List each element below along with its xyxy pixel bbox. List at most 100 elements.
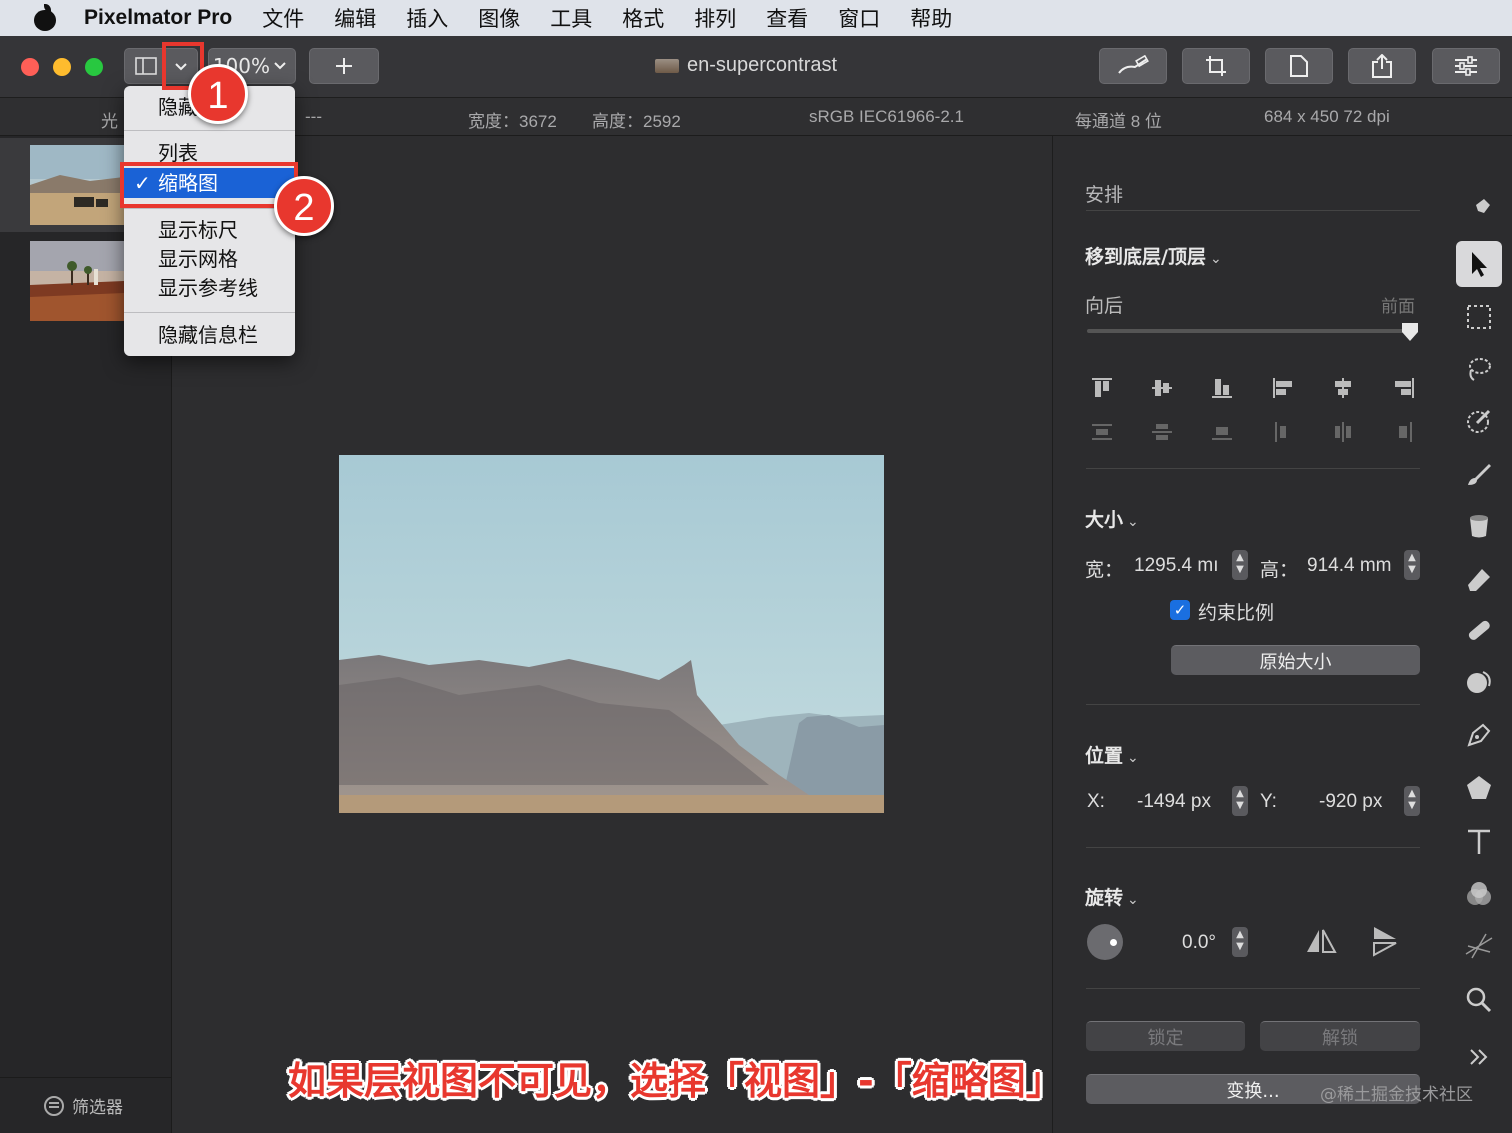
rotation-knob[interactable] bbox=[1087, 924, 1123, 960]
chevron-down-icon: ⌄ bbox=[1209, 251, 1222, 267]
arrange-title: 安排 bbox=[1085, 184, 1124, 206]
menu-edit[interactable]: 编辑 bbox=[334, 3, 376, 33]
add-layer-button[interactable] bbox=[309, 48, 379, 84]
distribute-vertical-center-icon[interactable] bbox=[1151, 421, 1173, 443]
adjustments-button[interactable] bbox=[1432, 48, 1500, 84]
align-left-icon[interactable] bbox=[1272, 377, 1294, 399]
info-bar-right: 每通道 8 位 684 x 450 72 dpi bbox=[1052, 98, 1512, 136]
distort-tool-icon[interactable] bbox=[1462, 665, 1496, 699]
chevron-down-icon: ⌄ bbox=[1127, 514, 1139, 530]
menu-format[interactable]: 格式 bbox=[622, 3, 664, 33]
menu-help[interactable]: 帮助 bbox=[910, 3, 952, 33]
color-picker-tool-icon[interactable] bbox=[1462, 404, 1496, 438]
rotation-stepper[interactable]: ▲ ▼ bbox=[1232, 927, 1248, 957]
menu-item-hide-info-bar[interactable]: 隐藏信息栏 bbox=[124, 320, 295, 350]
shape-tool-icon[interactable] bbox=[1462, 771, 1496, 805]
original-size-button[interactable]: 原始大小 bbox=[1171, 645, 1420, 675]
zoom-tool-icon[interactable] bbox=[1462, 983, 1496, 1017]
y-stepper[interactable]: ▲ ▼ bbox=[1404, 786, 1420, 816]
align-horizontal-center-icon[interactable] bbox=[1332, 377, 1354, 399]
distribute-top-icon[interactable] bbox=[1091, 421, 1113, 443]
menu-file[interactable]: 文件 bbox=[262, 3, 304, 33]
selection-tool-icon[interactable] bbox=[1462, 300, 1496, 334]
menu-tools[interactable]: 工具 bbox=[550, 3, 592, 33]
document-icon bbox=[1290, 55, 1308, 77]
position-title: 位置 bbox=[1085, 745, 1124, 767]
size-header[interactable]: 大小 ⌄ bbox=[1085, 505, 1139, 532]
app-menu[interactable]: Pixelmator Pro bbox=[84, 6, 232, 30]
step-badge-2: 2 bbox=[274, 176, 334, 236]
palm-desert-thumbnail-image bbox=[30, 241, 124, 321]
format-tool-button[interactable] bbox=[1099, 48, 1167, 84]
menu-item-show-guides[interactable]: 显示参考线 bbox=[124, 273, 295, 303]
landscape-thumbnail-image bbox=[30, 145, 124, 225]
divider bbox=[1086, 210, 1420, 211]
menu-image[interactable]: 图像 bbox=[478, 3, 520, 33]
menu-window[interactable]: 窗口 bbox=[838, 3, 880, 33]
menu-view[interactable]: 查看 bbox=[766, 3, 808, 33]
paint-brush-tool-icon[interactable] bbox=[1462, 457, 1496, 491]
lock-button[interactable]: 锁定 bbox=[1086, 1021, 1245, 1051]
info-resolution: 684 x 450 72 dpi bbox=[1264, 107, 1390, 126]
brush-stroke-icon bbox=[1118, 55, 1149, 74]
minimize-window-button[interactable] bbox=[53, 58, 71, 76]
constrain-proportions-checkbox[interactable]: ✓ bbox=[1170, 600, 1190, 620]
close-window-button[interactable] bbox=[21, 58, 39, 76]
distribute-left-icon[interactable] bbox=[1272, 421, 1294, 443]
filter-icon bbox=[44, 1095, 64, 1116]
align-top-icon[interactable] bbox=[1091, 377, 1113, 399]
style-tool-icon[interactable] bbox=[1462, 193, 1496, 227]
type-tool-icon[interactable] bbox=[1462, 825, 1496, 859]
backward-label: 向后 bbox=[1085, 296, 1124, 317]
slider-thumb[interactable] bbox=[1401, 322, 1419, 342]
color-adjustments-tool-icon[interactable] bbox=[1462, 877, 1496, 911]
unlock-button[interactable]: 解锁 bbox=[1260, 1021, 1420, 1051]
crop-button[interactable] bbox=[1182, 48, 1250, 84]
highlight-box-thumbnails bbox=[120, 162, 298, 208]
pen-tool-icon[interactable] bbox=[1462, 718, 1496, 752]
apple-icon[interactable] bbox=[32, 4, 58, 32]
zoom-window-button[interactable] bbox=[85, 58, 103, 76]
width-stepper[interactable]: ▲ ▼ bbox=[1232, 550, 1248, 580]
distribute-right-icon[interactable] bbox=[1393, 421, 1415, 443]
distribute-horizontal-center-icon[interactable] bbox=[1332, 421, 1354, 443]
menu-insert[interactable]: 插入 bbox=[406, 3, 448, 33]
move-to-bottom-top-header[interactable]: 移到底层/顶层 ⌄ bbox=[1085, 242, 1222, 269]
align-right-icon[interactable] bbox=[1393, 377, 1415, 399]
width-input[interactable]: 1295.4 mı bbox=[1134, 555, 1219, 577]
y-input[interactable]: -920 px bbox=[1319, 791, 1382, 813]
x-stepper[interactable]: ▲ ▼ bbox=[1232, 786, 1248, 816]
height-input[interactable]: 914.4 mm bbox=[1307, 555, 1391, 577]
lasso-tool-icon[interactable] bbox=[1462, 352, 1496, 386]
height-stepper[interactable]: ▲ ▼ bbox=[1404, 550, 1420, 580]
flip-vertical-icon[interactable] bbox=[1372, 925, 1398, 957]
menu-item-show-grid[interactable]: 显示网格 bbox=[124, 244, 295, 274]
retouch-tool-icon[interactable] bbox=[1462, 613, 1496, 647]
share-button[interactable] bbox=[1348, 48, 1416, 84]
more-tools-icon[interactable] bbox=[1462, 1040, 1496, 1074]
menu-arrange[interactable]: 排列 bbox=[694, 3, 736, 33]
info-bit-depth: 每通道 8 位 bbox=[1075, 112, 1162, 131]
menu-item-show-rulers[interactable]: 显示标尺 bbox=[124, 215, 295, 245]
rotate-header[interactable]: 旋转 ⌄ bbox=[1085, 883, 1139, 910]
export-button[interactable] bbox=[1265, 48, 1333, 84]
arrange-panel bbox=[1052, 136, 1448, 1133]
align-bottom-icon[interactable] bbox=[1211, 377, 1233, 399]
filter-button[interactable]: 筛选器 bbox=[0, 1077, 172, 1133]
layer-order-slider[interactable] bbox=[1087, 329, 1412, 333]
rotation-input[interactable]: 0.0° bbox=[1182, 932, 1216, 954]
x-input[interactable]: -1494 px bbox=[1137, 791, 1211, 813]
distribute-bottom-icon[interactable] bbox=[1211, 421, 1233, 443]
arrange-tool-icon[interactable] bbox=[1456, 241, 1502, 287]
document-name: en-supercontrast bbox=[687, 54, 838, 76]
position-header[interactable]: 位置 ⌄ bbox=[1085, 741, 1139, 768]
chevron-down-icon: ⌄ bbox=[1127, 750, 1139, 766]
eraser-tool-icon[interactable] bbox=[1462, 561, 1496, 595]
mountain-landscape-image bbox=[339, 455, 884, 813]
canvas-image[interactable] bbox=[339, 455, 884, 813]
effects-tool-icon[interactable] bbox=[1462, 929, 1496, 963]
x-label: X: bbox=[1087, 791, 1105, 812]
align-vertical-center-icon[interactable] bbox=[1151, 377, 1173, 399]
paint-bucket-tool-icon[interactable] bbox=[1462, 509, 1496, 543]
flip-horizontal-icon[interactable] bbox=[1305, 928, 1337, 954]
